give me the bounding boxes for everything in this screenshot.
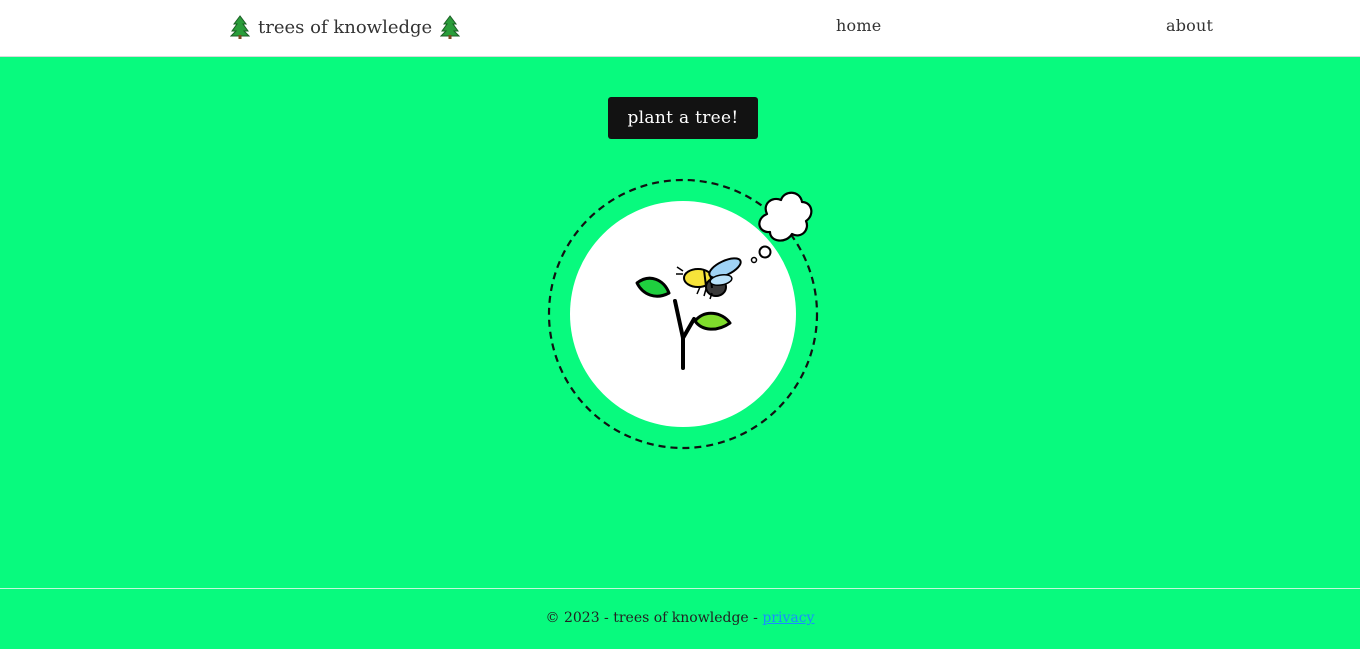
- footer-copyright: © 2023 - trees of knowledge -: [545, 610, 763, 626]
- white-disc: [570, 201, 796, 427]
- top-nav-bar: trees of knowledge home about: [0, 0, 1360, 57]
- evergreen-tree-icon: [230, 15, 250, 39]
- nav-about-link[interactable]: about: [1166, 16, 1213, 35]
- nav-home-link[interactable]: home: [836, 16, 881, 35]
- brand-title: trees of knowledge: [258, 16, 433, 38]
- footer-divider: [0, 588, 1360, 589]
- brand-link[interactable]: trees of knowledge: [230, 13, 461, 41]
- evergreen-tree-icon: [440, 15, 461, 39]
- sapling-illustration: [547, 178, 819, 450]
- thought-bubble-icon: [750, 191, 813, 264]
- footer: © 2023 - trees of knowledge - privacy: [0, 610, 1360, 626]
- plant-tree-button[interactable]: plant a tree!: [608, 97, 758, 139]
- privacy-link[interactable]: privacy: [762, 610, 814, 626]
